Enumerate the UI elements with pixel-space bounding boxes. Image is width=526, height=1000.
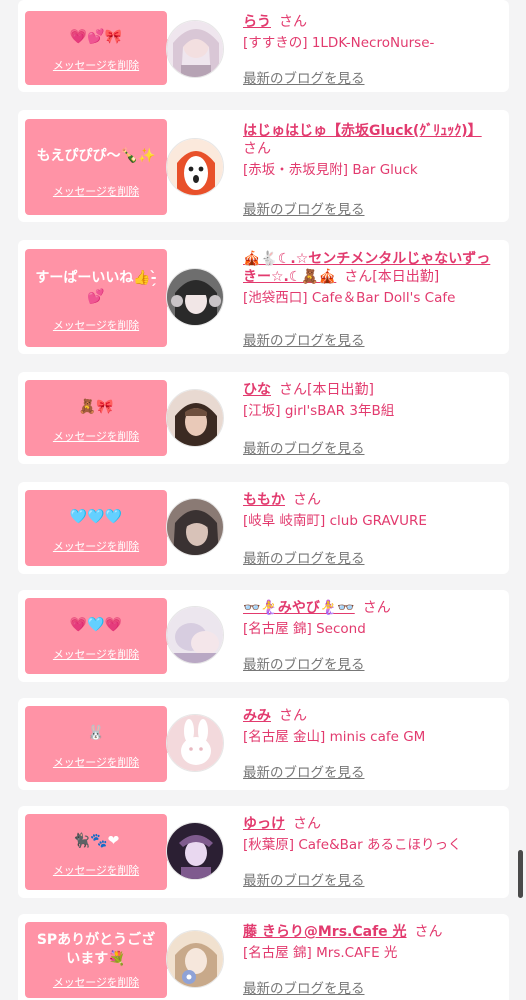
latest-blog-link[interactable]: 最新のブログを見る bbox=[243, 67, 365, 87]
list-item: 🧸🎀 メッセージを削除 ひな さん[本日出勤] [江坂] girl'sBAR 3年… bbox=[18, 372, 509, 464]
honorific: さん bbox=[414, 924, 443, 940]
list-item: もえぴぴぴ〜🍾✨ メッセージを削除 はじゅはじゅ【赤坂Gluck(ｸﾞﾘｭｯｸ)… bbox=[18, 110, 509, 222]
cast-name-link[interactable]: ゆっけ bbox=[243, 816, 285, 832]
cast-name-link[interactable]: はじゅはじゅ【赤坂Gluck(ｸﾞﾘｭｯｸ)】 bbox=[243, 123, 482, 139]
cast-info: みみ さん [名古屋 金山] minis cafe GM bbox=[243, 707, 503, 746]
cast-info: ゆっけ さん [秋葉原] Cafe&Bar あるこほりっく bbox=[243, 815, 503, 854]
cast-name-link[interactable]: 👓🧜‍♀️みやび🧜‍♀️👓 bbox=[243, 600, 355, 616]
message-bubble: 🩵🩵🩵 メッセージを削除 bbox=[25, 490, 176, 566]
message-text: すーぱーいいね👍-̗̀💕 bbox=[35, 270, 157, 305]
cast-info: ひな さん[本日出勤] [江坂] girl'sBAR 3年B組 bbox=[243, 381, 503, 420]
list-item: SPありがとうございます💐 メッセージを削除 藤 きらり@Mrs.Cafe 光さ… bbox=[18, 914, 509, 1000]
delete-message-link[interactable]: メッセージを削除 bbox=[25, 57, 167, 73]
cast-name-link[interactable]: ももか bbox=[243, 492, 285, 508]
list-item: 🩵🩵🩵 メッセージを削除 ももか さん [岐阜 岐南町] club GRAVURE… bbox=[18, 482, 509, 574]
message-bubble: SPありがとうございます💐 メッセージを削除 bbox=[25, 922, 176, 998]
shop-text: [秋葉原] Cafe&Bar あるこほりっく bbox=[243, 837, 462, 853]
latest-blog-link[interactable]: 最新のブログを見る bbox=[243, 547, 365, 567]
shop-text: [名古屋 金山] minis cafe GM bbox=[243, 729, 426, 745]
cast-name-link[interactable]: みみ bbox=[243, 708, 271, 724]
shop-text: [江坂] girl'sBAR 3年B組 bbox=[243, 403, 395, 419]
message-bubble: 🐈‍⬛🐾❤ メッセージを削除 bbox=[25, 814, 176, 890]
shop-text: [名古屋 錦] Second bbox=[243, 621, 366, 637]
cast-info: はじゅはじゅ【赤坂Gluck(ｸﾞﾘｭｯｸ)】 さん [赤坂・赤坂見附] Bar … bbox=[243, 122, 503, 179]
delete-message-link[interactable]: メッセージを削除 bbox=[25, 754, 167, 770]
message-bubble: もえぴぴぴ〜🍾✨ メッセージを削除 bbox=[25, 119, 176, 215]
list-item: 🐈‍⬛🐾❤ メッセージを削除 ゆっけ さん [秋葉原] Cafe&Bar あるこほ… bbox=[18, 806, 509, 898]
honorific: さん bbox=[362, 600, 391, 616]
shop-text: [岐阜 岐南町] club GRAVURE bbox=[243, 513, 427, 529]
honorific: さん bbox=[279, 14, 307, 30]
avatar[interactable] bbox=[166, 20, 224, 78]
scrollbar[interactable] bbox=[518, 850, 523, 898]
latest-blog-link[interactable]: 最新のブログを見る bbox=[243, 653, 365, 673]
avatar[interactable] bbox=[166, 138, 224, 196]
message-text: SPありがとうございます💐 bbox=[36, 932, 156, 967]
delete-message-link[interactable]: メッセージを削除 bbox=[25, 317, 167, 333]
avatar[interactable] bbox=[166, 822, 224, 880]
honorific: さん bbox=[293, 492, 321, 508]
shop-text: [池袋西口] Cafe＆Bar Doll's Cafe bbox=[243, 290, 456, 306]
avatar[interactable] bbox=[166, 930, 224, 988]
list-item: 💗💕🎀 メッセージを削除 らう さん [すすきの] 1LDK-NecroNurse… bbox=[18, 0, 509, 92]
message-bubble: 💗🩵💗 メッセージを削除 bbox=[25, 598, 176, 674]
cast-name-link[interactable]: 藤 きらり@Mrs.Cafe 光 bbox=[243, 924, 407, 940]
latest-blog-link[interactable]: 最新のブログを見る bbox=[243, 437, 365, 457]
latest-blog-link[interactable]: 最新のブログを見る bbox=[243, 977, 365, 997]
message-bubble: 💗💕🎀 メッセージを削除 bbox=[25, 11, 176, 85]
honorific: さん bbox=[279, 382, 307, 398]
shop-text: [すすきの] 1LDK-NecroNurse- bbox=[243, 35, 435, 51]
honorific: さん bbox=[344, 269, 373, 285]
shop-text: [名古屋 錦] Mrs.CAFE 光 bbox=[243, 945, 398, 961]
avatar[interactable] bbox=[166, 498, 224, 556]
delete-message-link[interactable]: メッセージを削除 bbox=[25, 974, 167, 990]
honorific: さん bbox=[293, 816, 321, 832]
message-text: 💗🩵💗 bbox=[69, 616, 123, 633]
cast-name-link[interactable]: らう bbox=[243, 14, 271, 30]
cast-info: ももか さん [岐阜 岐南町] club GRAVURE bbox=[243, 491, 503, 530]
cast-name-link[interactable]: ひな bbox=[243, 382, 271, 398]
cast-info: 🎪🐇☾.☆センチメンタルじゃないずっきー☆.☾🧸🎪 さん[本日出勤] [池袋西口]… bbox=[243, 250, 503, 307]
latest-blog-link[interactable]: 最新のブログを見る bbox=[243, 198, 365, 218]
avatar[interactable] bbox=[166, 268, 224, 326]
message-text: 🐈‍⬛🐾❤ bbox=[72, 832, 120, 849]
message-text: 💗💕🎀 bbox=[69, 28, 123, 45]
status-badge: [本日出勤] bbox=[307, 382, 374, 398]
delete-message-link[interactable]: メッセージを削除 bbox=[25, 183, 167, 199]
delete-message-link[interactable]: メッセージを削除 bbox=[25, 428, 167, 444]
delete-message-link[interactable]: メッセージを削除 bbox=[25, 862, 167, 878]
message-bubble: 🧸🎀 メッセージを削除 bbox=[25, 380, 176, 456]
message-text: 🩵🩵🩵 bbox=[69, 508, 123, 525]
avatar[interactable] bbox=[166, 606, 224, 664]
list-item: 🐰 メッセージを削除 みみ さん [名古屋 金山] minis cafe GM 最… bbox=[18, 698, 509, 790]
list-item: すーぱーいいね👍-̗̀💕 メッセージを削除 🎪🐇☾.☆センチメンタルじゃないずっ… bbox=[18, 240, 509, 354]
latest-blog-link[interactable]: 最新のブログを見る bbox=[243, 329, 365, 349]
shop-text: [赤坂・赤坂見附] Bar Gluck bbox=[243, 162, 418, 178]
delete-message-link[interactable]: メッセージを削除 bbox=[25, 538, 167, 554]
cast-info: 藤 きらり@Mrs.Cafe 光さん [名古屋 錦] Mrs.CAFE 光 bbox=[243, 923, 503, 962]
message-bubble: すーぱーいいね👍-̗̀💕 メッセージを削除 bbox=[25, 249, 176, 347]
honorific: さん bbox=[243, 141, 271, 157]
message-text: 🐰 bbox=[87, 724, 105, 741]
honorific: さん bbox=[279, 708, 307, 724]
list-item: 💗🩵💗 メッセージを削除 👓🧜‍♀️みやび🧜‍♀️👓 さん [名古屋 錦] Sec… bbox=[18, 590, 509, 682]
avatar[interactable] bbox=[166, 389, 224, 447]
cast-info: らう さん [すすきの] 1LDK-NecroNurse- bbox=[243, 13, 503, 52]
message-text: もえぴぴぴ〜🍾✨ bbox=[36, 147, 156, 164]
message-text: 🧸🎀 bbox=[78, 398, 114, 415]
avatar[interactable] bbox=[166, 714, 224, 772]
message-bubble: 🐰 メッセージを削除 bbox=[25, 706, 176, 782]
status-badge: [本日出勤] bbox=[372, 269, 440, 285]
latest-blog-link[interactable]: 最新のブログを見る bbox=[243, 869, 365, 889]
delete-message-link[interactable]: メッセージを削除 bbox=[25, 646, 167, 662]
cast-info: 👓🧜‍♀️みやび🧜‍♀️👓 さん [名古屋 錦] Second bbox=[243, 599, 503, 638]
latest-blog-link[interactable]: 最新のブログを見る bbox=[243, 761, 365, 781]
